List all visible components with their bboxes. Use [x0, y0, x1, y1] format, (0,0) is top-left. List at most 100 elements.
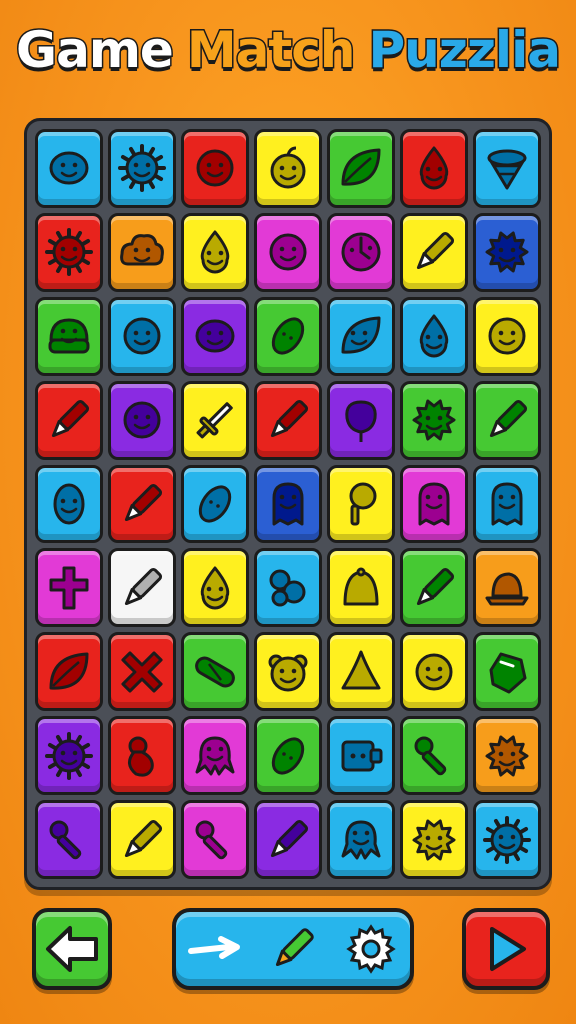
tile-r4-c6[interactable] [400, 380, 468, 460]
tile-r3-c2[interactable] [108, 296, 176, 376]
tile-r7-c7[interactable] [473, 632, 541, 712]
tile-r6-c1[interactable] [35, 548, 103, 628]
tile-r6-c6[interactable] [400, 548, 468, 628]
hat-icon [485, 572, 529, 606]
tile-r9-c6[interactable] [400, 800, 468, 879]
play-button[interactable] [462, 908, 550, 990]
tile-r8-c4[interactable] [254, 716, 322, 796]
tile-r4-c1[interactable] [35, 380, 103, 460]
tile-r6-c7[interactable] [473, 548, 541, 628]
back-button[interactable] [32, 908, 112, 990]
tile-r2-c7[interactable] [473, 212, 541, 292]
tile-r9-c5[interactable] [327, 800, 395, 879]
settings-button[interactable] [343, 921, 399, 977]
tile-r9-c7[interactable] [473, 800, 541, 879]
tile-r4-c4[interactable] [254, 380, 322, 460]
drop-face-icon [200, 230, 230, 274]
tile-r1-c3[interactable] [181, 129, 249, 208]
octopus-icon [195, 736, 235, 776]
ghost-icon [491, 482, 523, 526]
leaf-face-icon [341, 316, 381, 354]
tile-r7-c3[interactable] [181, 632, 249, 712]
smiley-icon [196, 149, 234, 187]
tile-r3-c7[interactable] [473, 296, 541, 376]
tile-r6-c4[interactable] [254, 548, 322, 628]
cone-icon [341, 650, 381, 690]
smiley-icon [123, 317, 161, 355]
tile-r1-c6[interactable] [400, 129, 468, 208]
tile-r2-c6[interactable] [400, 212, 468, 292]
tile-r6-c2[interactable] [108, 548, 176, 628]
tile-r3-c1[interactable] [35, 296, 103, 376]
pen-icon [124, 567, 163, 605]
tile-r7-c6[interactable] [400, 632, 468, 712]
spiky-blob-icon [485, 231, 529, 273]
pen-icon [124, 483, 163, 522]
tile-r1-c1[interactable] [35, 129, 103, 208]
tile-r5-c2[interactable] [108, 464, 176, 544]
tile-r1-c4[interactable] [254, 129, 322, 208]
game-board [24, 118, 552, 890]
swipe-tool-button[interactable] [187, 921, 243, 977]
tile-r1-c7[interactable] [473, 129, 541, 208]
fruit-icon [270, 146, 306, 189]
tile-r9-c2[interactable] [108, 800, 176, 879]
tile-r8-c3[interactable] [181, 716, 249, 796]
tile-r5-c3[interactable] [181, 464, 249, 544]
tile-r5-c6[interactable] [400, 464, 468, 544]
tile-r3-c5[interactable] [327, 296, 395, 376]
x-shape-icon [121, 651, 163, 693]
tile-r7-c2[interactable] [108, 632, 176, 712]
tile-r2-c1[interactable] [35, 212, 103, 292]
tile-r2-c2[interactable] [108, 212, 176, 292]
tile-r2-c3[interactable] [181, 212, 249, 292]
tile-r2-c5[interactable] [327, 212, 395, 292]
tile-r8-c6[interactable] [400, 716, 468, 796]
spiky-blob-icon [412, 819, 456, 861]
lemon-icon [198, 485, 232, 523]
tile-r3-c3[interactable] [181, 296, 249, 376]
tile-r9-c1[interactable] [35, 800, 103, 879]
tile-r8-c5[interactable] [327, 716, 395, 796]
tile-r4-c2[interactable] [108, 380, 176, 460]
tile-r5-c4[interactable] [254, 464, 322, 544]
smiley-icon [269, 233, 307, 271]
tile-r4-c5[interactable] [327, 380, 395, 460]
tile-r8-c7[interactable] [473, 716, 541, 796]
pen-icon [416, 567, 455, 605]
tile-r3-c4[interactable] [254, 296, 322, 376]
tile-r4-c7[interactable] [473, 380, 541, 460]
tile-r5-c7[interactable] [473, 464, 541, 544]
key-icon [414, 736, 447, 775]
title-word-puzzlia: Puzzlia [367, 20, 562, 81]
tile-r1-c5[interactable] [327, 129, 395, 208]
tile-r7-c4[interactable] [254, 632, 322, 712]
tile-r9-c4[interactable] [254, 800, 322, 879]
pen-icon [270, 819, 309, 857]
arrow-left-icon [46, 926, 98, 972]
cross-icon [49, 566, 89, 610]
pen-icon [51, 400, 90, 438]
ghost-icon [418, 482, 450, 526]
tile-r8-c2[interactable] [108, 716, 176, 796]
tile-r6-c3[interactable] [181, 548, 249, 628]
bear-icon [268, 654, 308, 692]
tile-r6-c5[interactable] [327, 548, 395, 628]
clock-face-icon [341, 232, 381, 272]
ghost-icon [272, 482, 304, 526]
tile-r8-c1[interactable] [35, 716, 103, 796]
tile-r5-c1[interactable] [35, 464, 103, 544]
tile-r1-c2[interactable] [108, 129, 176, 208]
tile-r7-c5[interactable] [327, 632, 395, 712]
tile-r9-c3[interactable] [181, 800, 249, 879]
lemon-icon [271, 317, 305, 355]
tile-r5-c5[interactable] [327, 464, 395, 544]
title-word-match: Match [185, 20, 357, 81]
tile-r2-c4[interactable] [254, 212, 322, 292]
tile-r7-c1[interactable] [35, 632, 103, 712]
sun-icon [483, 815, 531, 864]
pencil-tool-button[interactable] [265, 921, 321, 977]
pills-icon [269, 569, 306, 607]
tile-r3-c6[interactable] [400, 296, 468, 376]
tile-r4-c3[interactable] [181, 380, 249, 460]
